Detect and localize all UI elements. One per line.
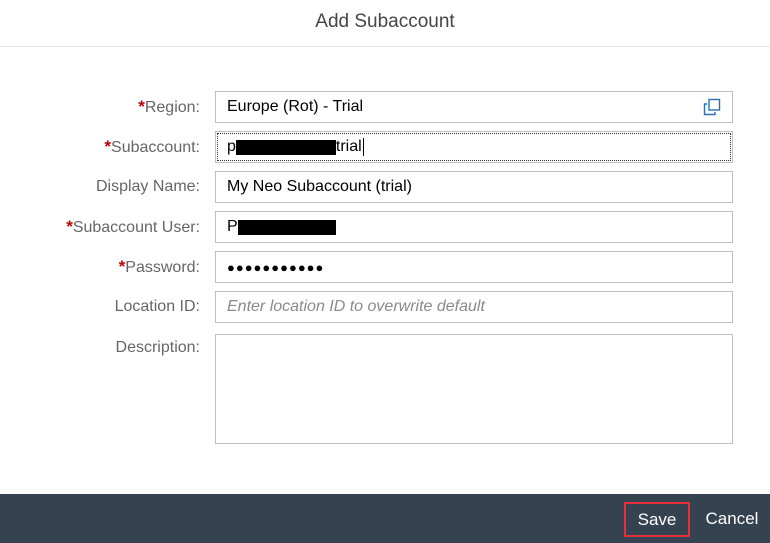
region-field[interactable]: Europe (Rot) - Trial <box>215 91 733 123</box>
display-name-input[interactable]: My Neo Subaccount (trial) <box>215 171 733 203</box>
cancel-button[interactable]: Cancel <box>700 494 764 543</box>
location-id-placeholder: Enter location ID to overwrite default <box>227 298 485 315</box>
dialog-title: Add Subaccount <box>315 11 455 32</box>
subaccount-user-input[interactable]: P <box>215 211 733 243</box>
description-textarea[interactable] <box>215 334 733 444</box>
text-caret <box>362 138 364 156</box>
subaccount-label: *Subaccount: <box>104 137 200 156</box>
dialog-footer: Save Cancel <box>0 494 770 543</box>
region-label: *Region: <box>138 97 200 116</box>
description-label: Description: <box>115 339 200 356</box>
redaction-block <box>237 219 336 235</box>
save-button[interactable]: Save <box>624 502 690 537</box>
required-marker: * <box>138 97 145 116</box>
display-name-label: Display Name: <box>95 178 200 195</box>
subaccount-user-label: *Subaccount User: <box>66 217 200 236</box>
password-label: *Password: <box>118 257 200 276</box>
subaccount-value-suffix: trial <box>335 138 362 155</box>
required-marker: * <box>66 217 73 236</box>
password-input[interactable]: ●●●●●●●●●●● <box>215 251 733 283</box>
display-name-value: My Neo Subaccount (trial) <box>227 178 412 195</box>
subaccount-value-prefix: p <box>227 138 236 155</box>
value-help-icon[interactable] <box>703 98 721 116</box>
location-id-input[interactable]: Enter location ID to overwrite default <box>215 291 733 323</box>
subaccount-input[interactable]: p trial <box>215 131 733 163</box>
redaction-block <box>235 139 336 155</box>
region-value: Europe (Rot) - Trial <box>227 98 364 115</box>
dialog-header: Add Subaccount <box>0 0 770 47</box>
location-id-label: Location ID: <box>114 298 200 315</box>
password-value: ●●●●●●●●●●● <box>227 259 325 275</box>
subaccount-user-value-prefix: P <box>227 218 238 235</box>
